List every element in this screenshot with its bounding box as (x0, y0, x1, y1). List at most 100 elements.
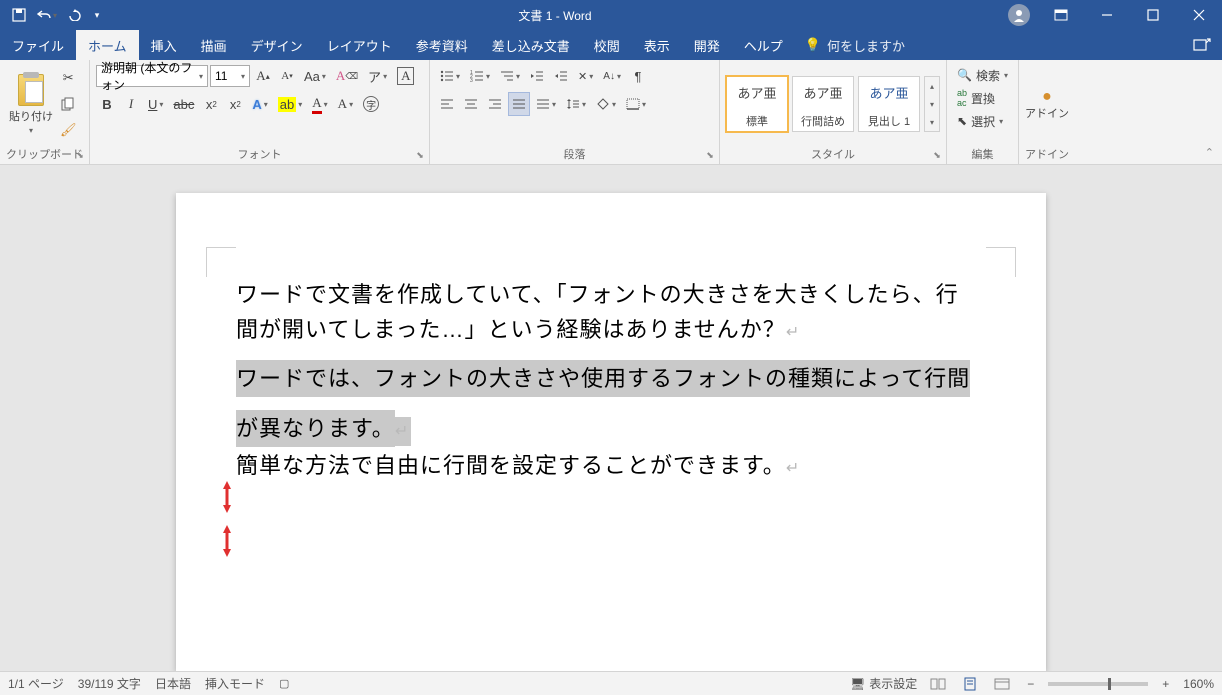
borders-button[interactable] (622, 92, 650, 116)
tab-insert[interactable]: 挿入 (139, 30, 189, 60)
tab-developer[interactable]: 開発 (682, 30, 732, 60)
paste-button[interactable]: 貼り付け ▾ (6, 69, 56, 139)
print-layout-button[interactable] (959, 675, 981, 693)
text-run: 間が開いてしまった…」という経験はありませんか？ (236, 317, 786, 342)
tab-mailings[interactable]: 差し込み文書 (480, 30, 582, 60)
copy-button[interactable] (56, 92, 81, 116)
asian-layout-button[interactable]: ✕ (574, 64, 597, 88)
window-controls (1038, 0, 1222, 30)
margin-mark (206, 247, 236, 277)
status-language[interactable]: 日本語 (155, 675, 191, 692)
grow-font-button[interactable]: A▴ (252, 64, 274, 88)
font-name-value: 游明朝 (本文のフォン (101, 59, 199, 93)
group-styles: あア亜 標準 あア亜 行間詰め あア亜 見出し 1 ▴ ▾ ▾ スタイル (720, 60, 947, 164)
numbering-button[interactable]: 123 (466, 64, 494, 88)
justify-button[interactable] (508, 92, 530, 116)
font-name-combo[interactable]: 游明朝 (本文のフォン▾ (96, 65, 208, 87)
tab-references[interactable]: 参考資料 (404, 30, 480, 60)
paragraph-1[interactable]: ワードで文書を作成していて、「フォントの大きさを大きくしたら、行 間が開いてしま… (236, 277, 986, 347)
gallery-up[interactable]: ▴ (925, 77, 939, 95)
style-heading1[interactable]: あア亜 見出し 1 (858, 76, 920, 132)
close-button[interactable] (1176, 0, 1222, 30)
align-right-button[interactable] (484, 92, 506, 116)
share-button[interactable] (1182, 37, 1222, 53)
show-marks-button[interactable]: ¶ (627, 64, 649, 88)
strike-button[interactable]: abc (169, 92, 198, 116)
display-settings-button[interactable]: 🖥 表示設定 (850, 675, 917, 692)
status-insert-mode[interactable]: 挿入モード (205, 675, 265, 692)
gallery-down[interactable]: ▾ (925, 95, 939, 113)
bullets-button[interactable] (436, 64, 464, 88)
change-case-button[interactable]: Aa (300, 64, 330, 88)
styles-launcher[interactable]: ⬊ (931, 149, 943, 161)
ribbon-display-button[interactable] (1038, 0, 1084, 30)
zoom-in-button[interactable]: + (1158, 677, 1173, 691)
zoom-out-button[interactable]: − (1023, 677, 1038, 691)
replace-button[interactable]: abac 置換 (953, 87, 1012, 109)
multilevel-button[interactable] (496, 64, 524, 88)
zoom-slider[interactable] (1048, 682, 1148, 686)
zoom-level[interactable]: 160% (1183, 677, 1214, 691)
sort-button[interactable]: A↓ (599, 64, 625, 88)
paragraph-3[interactable]: 簡単な方法で自由に行間を設定することができます。↵ (236, 448, 986, 483)
undo-button[interactable] (34, 3, 60, 27)
save-button[interactable] (6, 3, 32, 27)
text-effects-button[interactable]: A (248, 92, 271, 116)
font-launcher[interactable]: ⬊ (414, 149, 426, 161)
user-avatar[interactable] (1008, 4, 1030, 26)
align-left-button[interactable] (436, 92, 458, 116)
decrease-indent-button[interactable] (526, 64, 548, 88)
underline-button[interactable]: U (144, 92, 167, 116)
display-settings-label: 表示設定 (869, 675, 917, 692)
qat-customize[interactable]: ▾ (90, 3, 104, 27)
gallery-more[interactable]: ▾ (925, 113, 939, 131)
select-button[interactable]: ⬉ 選択 ▾ (953, 110, 1012, 132)
minimize-button[interactable] (1084, 0, 1130, 30)
paragraph-2[interactable]: ワードでは、フォントの大きさや使用するフォントの種類によって行間 が異なります。… (236, 361, 986, 445)
tab-design[interactable]: デザイン (239, 30, 315, 60)
macro-record-icon[interactable]: ▢ (279, 677, 289, 690)
tab-home[interactable]: ホーム (76, 30, 139, 60)
shrink-font-button[interactable]: A▾ (276, 64, 298, 88)
collapse-ribbon-button[interactable]: ⌃ (1205, 146, 1214, 159)
maximize-button[interactable] (1130, 0, 1176, 30)
status-word-count[interactable]: 39/119 文字 (78, 675, 141, 692)
redo-button[interactable] (62, 3, 88, 27)
tab-draw[interactable]: 描画 (189, 30, 239, 60)
paragraph-launcher[interactable]: ⬊ (704, 149, 716, 161)
tab-help[interactable]: ヘルプ (732, 30, 795, 60)
cut-button[interactable]: ✂ (56, 66, 81, 90)
shading-button[interactable] (592, 92, 620, 116)
align-center-button[interactable] (460, 92, 482, 116)
find-button[interactable]: 🔍 検索 ▾ (953, 64, 1012, 86)
highlight-button[interactable]: ab (274, 92, 306, 116)
line-spacing-button[interactable] (562, 92, 590, 116)
font-color-button[interactable]: A (308, 92, 331, 116)
style-no-spacing[interactable]: あア亜 行間詰め (792, 76, 854, 132)
style-normal[interactable]: あア亜 標準 (726, 76, 788, 132)
format-painter-button[interactable]: 🖌 (56, 118, 81, 142)
web-layout-button[interactable] (991, 675, 1013, 693)
tab-file[interactable]: ファイル (0, 30, 76, 60)
font-size-combo[interactable]: 11▾ (210, 65, 250, 87)
tab-view[interactable]: 表示 (632, 30, 682, 60)
increase-indent-button[interactable] (550, 64, 572, 88)
superscript-button[interactable]: x2 (224, 92, 246, 116)
distribute-button[interactable] (532, 92, 560, 116)
char-shading-button[interactable]: A (334, 92, 357, 116)
read-mode-button[interactable] (927, 675, 949, 693)
italic-button[interactable]: I (120, 92, 142, 116)
subscript-button[interactable]: x2 (200, 92, 222, 116)
document-canvas[interactable]: ワードで文書を作成していて、「フォントの大きさを大きくしたら、行 間が開いてしま… (0, 165, 1222, 671)
bold-button[interactable]: B (96, 92, 118, 116)
addins-button[interactable]: ● アドイン (1025, 69, 1069, 139)
char-border-button[interactable]: A (393, 64, 418, 88)
clear-format-button[interactable]: A⌫ (332, 64, 362, 88)
clipboard-launcher[interactable]: ⬊ (74, 149, 86, 161)
tab-layout[interactable]: レイアウト (315, 30, 404, 60)
phonetic-guide-button[interactable]: ア (364, 64, 391, 88)
tell-me-search[interactable]: 💡 何をしますか (795, 30, 915, 60)
enclose-char-button[interactable]: 字 (359, 92, 383, 116)
status-page[interactable]: 1/1 ページ (8, 675, 64, 692)
tab-review[interactable]: 校閲 (582, 30, 632, 60)
